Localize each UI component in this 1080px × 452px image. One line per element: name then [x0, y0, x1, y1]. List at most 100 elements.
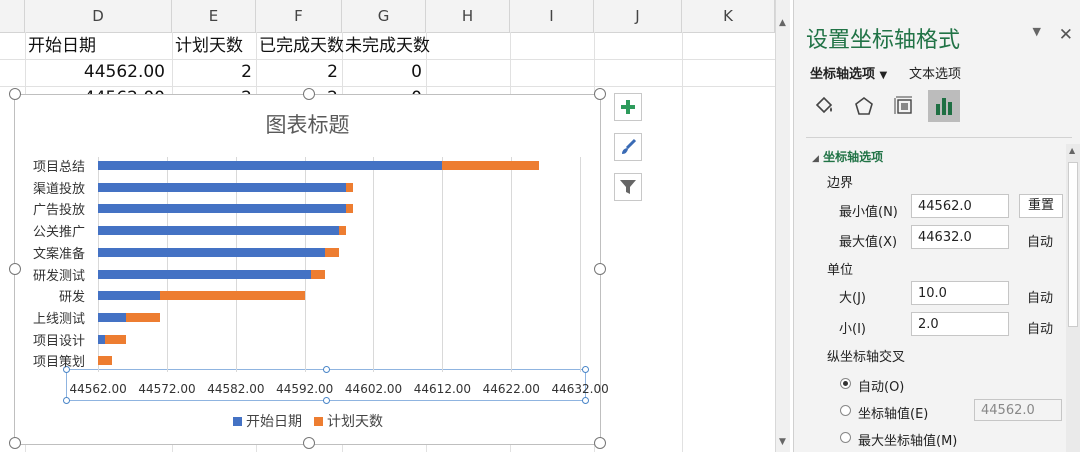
scroll-up-arrow-icon[interactable]: ▲	[779, 18, 786, 28]
pane-scroll-thumb[interactable]	[1068, 162, 1078, 327]
column-header-g[interactable]: G	[342, 0, 426, 32]
min-bound-input[interactable]: 44562.0	[911, 194, 1009, 218]
sheet-vertical-scrollbar[interactable]: ▲ ▼	[775, 0, 790, 452]
axis-handle[interactable]	[582, 397, 589, 404]
chart-resize-handle[interactable]	[594, 437, 606, 449]
axis-handle[interactable]	[63, 397, 70, 404]
category-label[interactable]: 公关推广	[15, 221, 85, 240]
category-label[interactable]: 广告投放	[15, 199, 85, 218]
cell-f2[interactable]: 2	[256, 58, 338, 86]
header-done-days[interactable]: 已完成天数	[259, 32, 344, 60]
cell-g2[interactable]: 0	[342, 58, 422, 86]
major-unit-input[interactable]: 10.0	[911, 281, 1009, 305]
bar-start-date[interactable]	[98, 247, 326, 257]
column-header-d[interactable]: D	[25, 0, 172, 32]
axis-handle[interactable]	[323, 397, 330, 404]
header-start-date[interactable]: 开始日期	[28, 32, 96, 60]
major-auto-label[interactable]: 自动	[1027, 287, 1053, 306]
bar-start-date[interactable]	[98, 204, 346, 214]
bar-planned-days[interactable]	[311, 269, 326, 279]
bar-planned-days[interactable]	[345, 204, 353, 214]
chart-resize-handle[interactable]	[9, 88, 21, 100]
category-label[interactable]: 渠道投放	[15, 178, 85, 197]
category-label[interactable]: 项目策划	[15, 351, 85, 370]
legend[interactable]: 开始日期 计划天数	[233, 411, 383, 431]
column-header-e[interactable]: E	[172, 0, 256, 32]
axis-options-bar-chart-icon[interactable]	[928, 90, 960, 122]
bar-planned-days[interactable]	[159, 291, 305, 301]
column-header-k[interactable]: K	[682, 0, 775, 32]
pane-scrollbar[interactable]: ▲	[1066, 144, 1080, 452]
chart-resize-handle[interactable]	[303, 88, 315, 100]
scroll-down-arrow-icon[interactable]: ▼	[779, 437, 786, 447]
minor-unit-label: 小(I)	[839, 322, 866, 337]
bar-start-date[interactable]	[98, 182, 346, 192]
chart-resize-handle[interactable]	[9, 263, 21, 275]
bar-planned-days[interactable]	[98, 356, 112, 366]
radio-axis-value[interactable]	[840, 405, 851, 416]
radio-axis-value-label[interactable]: 坐标轴值(E)	[858, 403, 928, 422]
bar-start-date[interactable]	[98, 269, 312, 279]
chart-resize-handle[interactable]	[594, 263, 606, 275]
bar-start-date[interactable]	[98, 291, 160, 301]
header-remaining-days[interactable]: 未完成天数	[345, 32, 430, 60]
radio-auto[interactable]	[840, 378, 851, 389]
section-axis-options[interactable]: ◢ 坐标轴选项	[812, 148, 883, 165]
chart-styles-button[interactable]	[614, 133, 642, 161]
column-header-h[interactable]: H	[426, 0, 510, 32]
legend-item-start-date[interactable]: 开始日期	[233, 411, 302, 431]
axis-handle[interactable]	[323, 366, 330, 373]
bar-start-date[interactable]	[98, 312, 126, 322]
close-icon[interactable]: ✕	[1059, 25, 1073, 45]
bar-planned-days[interactable]	[125, 312, 160, 322]
bar-planned-days[interactable]	[325, 247, 339, 257]
column-header-f[interactable]: F	[256, 0, 342, 32]
category-label[interactable]: 项目总结	[15, 156, 85, 175]
radio-max-axis-value-label[interactable]: 最大坐标轴值(M)	[858, 430, 957, 449]
chart-elements-button[interactable]	[614, 93, 642, 121]
chart-resize-handle[interactable]	[594, 88, 606, 100]
tab-text-options[interactable]: 文本选项	[909, 63, 961, 82]
bar-start-date[interactable]	[98, 334, 105, 344]
axis-value-input[interactable]: 44562.0	[974, 399, 1062, 421]
category-label[interactable]: 研发	[15, 286, 85, 305]
radio-max-axis-value[interactable]	[840, 432, 851, 443]
column-header-c[interactable]	[0, 0, 25, 32]
effects-pentagon-icon[interactable]	[848, 90, 880, 122]
chart-resize-handle[interactable]	[303, 437, 315, 449]
header-planned-days[interactable]: 计划天数	[175, 32, 243, 60]
size-properties-icon[interactable]	[888, 90, 920, 122]
max-bound-input[interactable]: 44632.0	[911, 225, 1009, 249]
axis-handle[interactable]	[582, 366, 589, 373]
category-label[interactable]: 研发测试	[15, 265, 85, 284]
chart-title[interactable]: 图表标题	[15, 109, 600, 139]
legend-item-planned-days[interactable]: 计划天数	[314, 411, 383, 431]
gridline	[442, 157, 444, 372]
column-header-i[interactable]: I	[510, 0, 594, 32]
bar-start-date[interactable]	[98, 161, 443, 170]
cell-d2[interactable]: 44562.00	[25, 58, 165, 86]
category-label[interactable]: 上线测试	[15, 308, 85, 327]
minor-auto-label[interactable]: 自动	[1027, 318, 1053, 337]
category-label[interactable]: 项目设计	[15, 330, 85, 349]
category-label[interactable]: 文案准备	[15, 243, 85, 262]
bar-planned-days[interactable]	[339, 226, 346, 236]
cell-e2[interactable]: 2	[172, 58, 252, 86]
reset-button[interactable]: 重置	[1019, 194, 1063, 218]
min-label: 最小值(N)	[839, 205, 898, 220]
bar-start-date[interactable]	[98, 226, 339, 236]
max-auto-label[interactable]: 自动	[1027, 231, 1053, 250]
pane-options-chevron-icon[interactable]: ▼	[1033, 25, 1041, 38]
bar-planned-days[interactable]	[104, 334, 126, 344]
chart-filters-button[interactable]	[614, 173, 642, 201]
scroll-up-arrow-icon[interactable]: ▲	[1069, 146, 1075, 155]
tab-axis-options[interactable]: 坐标轴选项 ▼	[810, 63, 887, 82]
radio-auto-label[interactable]: 自动(O)	[858, 376, 904, 395]
chart-resize-handle[interactable]	[9, 437, 21, 449]
bar-planned-days[interactable]	[442, 161, 539, 170]
minor-unit-input[interactable]: 2.0	[911, 312, 1009, 336]
column-header-j[interactable]: J	[594, 0, 682, 32]
bar-planned-days[interactable]	[345, 182, 353, 192]
fill-line-icon[interactable]	[808, 90, 840, 122]
gantt-chart[interactable]: 图表标题 开始日期 计划天数 项目总结渠道投放广告投放公关推广文案准备研发测试研…	[14, 94, 609, 445]
